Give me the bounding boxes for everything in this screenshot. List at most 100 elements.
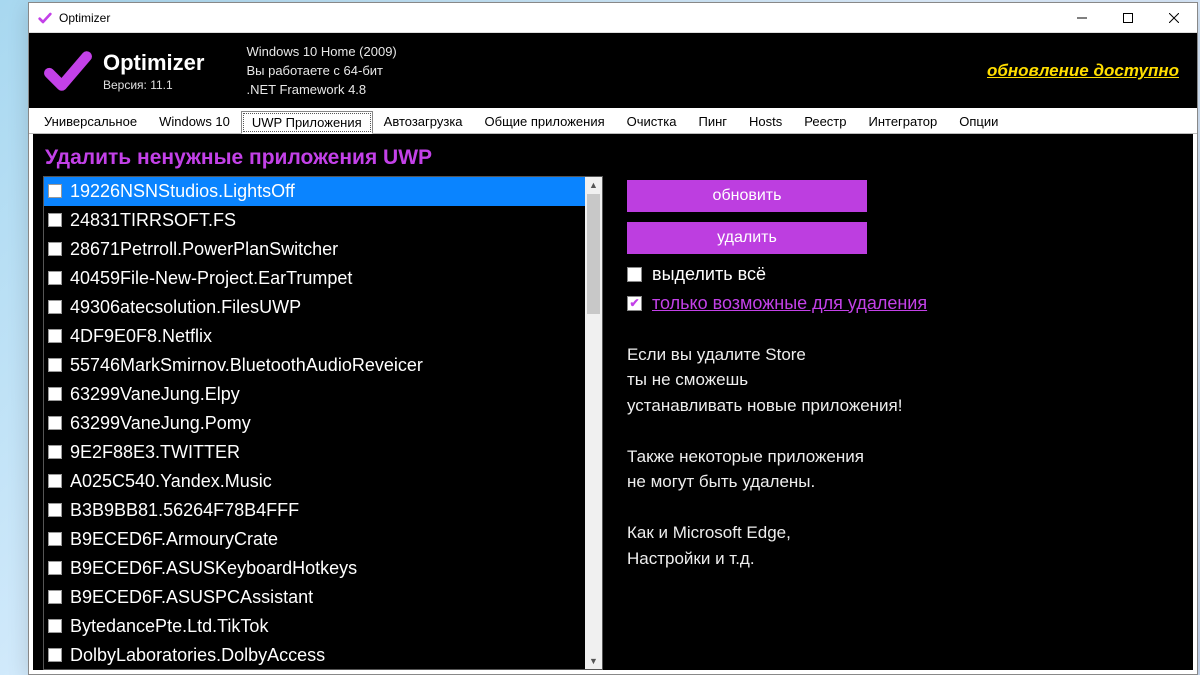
app-row[interactable]: 24831TIRRSOFT.FS <box>44 206 585 235</box>
select-all-label: выделить всё <box>652 264 766 285</box>
tab-очистка[interactable]: Очистка <box>616 110 688 133</box>
tab-пинг[interactable]: Пинг <box>687 110 738 133</box>
refresh-button[interactable]: обновить <box>627 180 867 212</box>
warn-l7: Настройки и т.д. <box>627 546 1173 572</box>
app-label: 63299VaneJung.Pomy <box>70 413 251 434</box>
warn-l2: ты не сможешь <box>627 367 1173 393</box>
app-checkbox[interactable] <box>48 271 62 285</box>
scrollbar[interactable]: ▲ ▼ <box>585 177 602 669</box>
only-removable-row[interactable]: ✔ только возможные для удаления <box>627 293 1173 314</box>
tab-hosts[interactable]: Hosts <box>738 110 793 133</box>
app-row[interactable]: B9ECED6F.ASUSPCAssistant <box>44 583 585 612</box>
app-row[interactable]: BytedancePte.Ltd.TikTok <box>44 612 585 641</box>
app-checkbox[interactable] <box>48 329 62 343</box>
app-checkbox[interactable] <box>48 561 62 575</box>
app-row[interactable]: 19226NSNStudios.LightsOff <box>44 177 585 206</box>
select-all-row[interactable]: выделить всё <box>627 264 1173 285</box>
tab-реестр[interactable]: Реестр <box>793 110 857 133</box>
warn-l6: Как и Microsoft Edge, <box>627 520 1173 546</box>
app-row[interactable]: B9ECED6F.ArmouryCrate <box>44 525 585 554</box>
main-row: 19226NSNStudios.LightsOff 24831TIRRSOFT.F… <box>33 176 1193 670</box>
app-row[interactable]: 63299VaneJung.Pomy <box>44 409 585 438</box>
app-checkbox[interactable] <box>48 503 62 517</box>
warn-l3: устанавливать новые приложения! <box>627 393 1173 419</box>
close-button[interactable] <box>1151 3 1197 32</box>
only-removable-checkbox[interactable]: ✔ <box>627 296 642 311</box>
app-label: B3B9BB81.56264F78B4FFF <box>70 500 299 521</box>
maximize-icon <box>1123 13 1133 23</box>
tab-автозагрузка[interactable]: Автозагрузка <box>373 110 474 133</box>
app-row[interactable]: B3B9BB81.56264F78B4FFF <box>44 496 585 525</box>
app-label: B9ECED6F.ASUSKeyboardHotkeys <box>70 558 357 579</box>
header: Optimizer Версия: 11.1 Windows 10 Home (… <box>29 33 1197 108</box>
app-list[interactable]: 19226NSNStudios.LightsOff 24831TIRRSOFT.F… <box>44 177 585 669</box>
app-label: 40459File-New-Project.EarTrumpet <box>70 268 352 289</box>
app-checkbox[interactable] <box>48 242 62 256</box>
right-panel: обновить удалить выделить всё ✔ только в… <box>603 176 1193 670</box>
content-area: Удалить ненужные приложения UWP 19226NSN… <box>29 134 1197 674</box>
tab-uwp-приложения[interactable]: UWP Приложения <box>241 111 373 134</box>
logo-icon <box>43 46 93 96</box>
app-checkbox[interactable] <box>48 416 62 430</box>
app-row[interactable]: B9ECED6F.ASUSKeyboardHotkeys <box>44 554 585 583</box>
app-label: 49306atecsolution.FilesUWP <box>70 297 301 318</box>
titlebar: Optimizer <box>29 3 1197 33</box>
app-label: 9E2F88E3.TWITTER <box>70 442 240 463</box>
app-label: A025C540.Yandex.Music <box>70 471 272 492</box>
header-titles: Optimizer Версия: 11.1 <box>103 50 204 92</box>
app-icon <box>37 10 53 26</box>
tab-интегратор[interactable]: Интегратор <box>857 110 948 133</box>
tab-опции[interactable]: Опции <box>948 110 1009 133</box>
tab-windows-10[interactable]: Windows 10 <box>148 110 241 133</box>
app-checkbox[interactable] <box>48 387 62 401</box>
app-checkbox[interactable] <box>48 213 62 227</box>
tab-bar: УниверсальноеWindows 10UWP ПриложенияАвт… <box>29 108 1197 134</box>
app-label: 55746MarkSmirnov.BluetoothAudioReveicer <box>70 355 423 376</box>
app-checkbox[interactable] <box>48 619 62 633</box>
app-checkbox[interactable] <box>48 445 62 459</box>
close-icon <box>1169 13 1179 23</box>
app-row[interactable]: 9E2F88E3.TWITTER <box>44 438 585 467</box>
app-version: Версия: 11.1 <box>103 78 204 92</box>
app-name: Optimizer <box>103 50 204 76</box>
app-checkbox[interactable] <box>48 358 62 372</box>
app-label: 28671Petrroll.PowerPlanSwitcher <box>70 239 338 260</box>
app-checkbox[interactable] <box>48 532 62 546</box>
app-row[interactable]: DolbyLaboratories.DolbyAccess <box>44 641 585 669</box>
app-row[interactable]: 55746MarkSmirnov.BluetoothAudioReveicer <box>44 351 585 380</box>
app-row[interactable]: 49306atecsolution.FilesUWP <box>44 293 585 322</box>
os-line: Windows 10 Home (2009) <box>246 43 396 62</box>
app-row[interactable]: 63299VaneJung.Elpy <box>44 380 585 409</box>
app-row[interactable]: 28671Petrroll.PowerPlanSwitcher <box>44 235 585 264</box>
minimize-icon <box>1077 13 1087 23</box>
app-label: 19226NSNStudios.LightsOff <box>70 181 295 202</box>
app-window: Optimizer Optimizer Версия: 11.1 Windows… <box>28 2 1198 675</box>
app-label: 4DF9E0F8.Netflix <box>70 326 212 347</box>
tab-общие-приложения[interactable]: Общие приложения <box>474 110 616 133</box>
app-list-container: 19226NSNStudios.LightsOff 24831TIRRSOFT.F… <box>43 176 603 670</box>
minimize-button[interactable] <box>1059 3 1105 32</box>
tab-универсальное[interactable]: Универсальное <box>33 110 148 133</box>
app-row[interactable]: A025C540.Yandex.Music <box>44 467 585 496</box>
select-all-checkbox[interactable] <box>627 267 642 282</box>
app-row[interactable]: 4DF9E0F8.Netflix <box>44 322 585 351</box>
scroll-thumb[interactable] <box>587 194 600 314</box>
app-checkbox[interactable] <box>48 648 62 662</box>
app-checkbox[interactable] <box>48 590 62 604</box>
app-label: DolbyLaboratories.DolbyAccess <box>70 645 325 666</box>
scroll-up-icon[interactable]: ▲ <box>585 177 602 194</box>
scroll-down-icon[interactable]: ▼ <box>585 652 602 669</box>
app-checkbox[interactable] <box>48 184 62 198</box>
maximize-button[interactable] <box>1105 3 1151 32</box>
delete-button[interactable]: удалить <box>627 222 867 254</box>
warn-l4: Также некоторые приложения <box>627 444 1173 470</box>
app-checkbox[interactable] <box>48 474 62 488</box>
app-checkbox[interactable] <box>48 300 62 314</box>
update-link[interactable]: обновление доступно <box>987 61 1179 81</box>
warning-text: Если вы удалите Store ты не сможешь уста… <box>627 342 1173 572</box>
app-label: B9ECED6F.ASUSPCAssistant <box>70 587 313 608</box>
system-info: Windows 10 Home (2009) Вы работаете с 64… <box>246 43 396 100</box>
app-row[interactable]: 40459File-New-Project.EarTrumpet <box>44 264 585 293</box>
app-label: 63299VaneJung.Elpy <box>70 384 240 405</box>
only-removable-label: только возможные для удаления <box>652 293 927 314</box>
